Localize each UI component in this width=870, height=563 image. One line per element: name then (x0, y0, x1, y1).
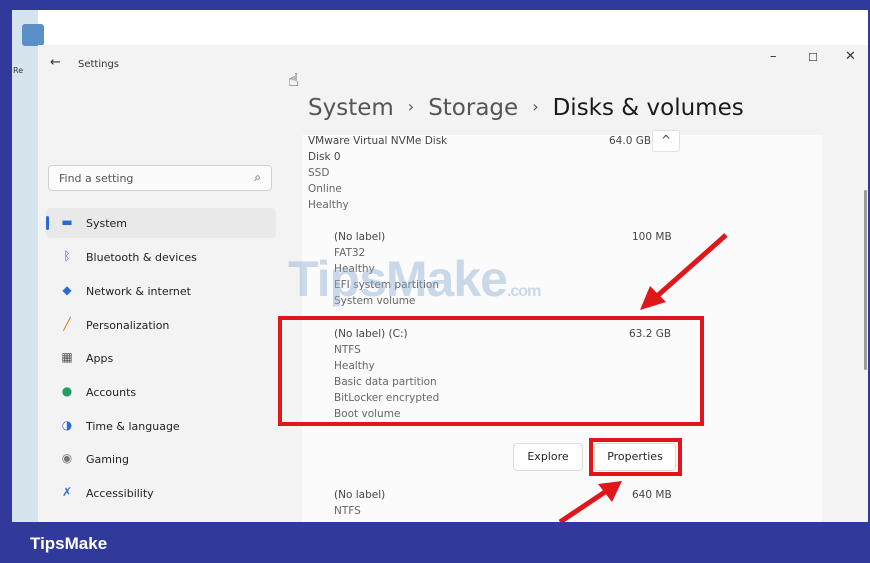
footer-brand: TipsMake (30, 534, 108, 553)
hand-cursor-icon: ☝ (288, 70, 299, 91)
scrollbar[interactable] (864, 190, 867, 370)
arrow-to-volume-line (654, 233, 728, 299)
arrow-to-properties-line (558, 487, 610, 525)
annotation-arrows (558, 233, 728, 525)
footer-banner: TipsMake (0, 522, 870, 563)
